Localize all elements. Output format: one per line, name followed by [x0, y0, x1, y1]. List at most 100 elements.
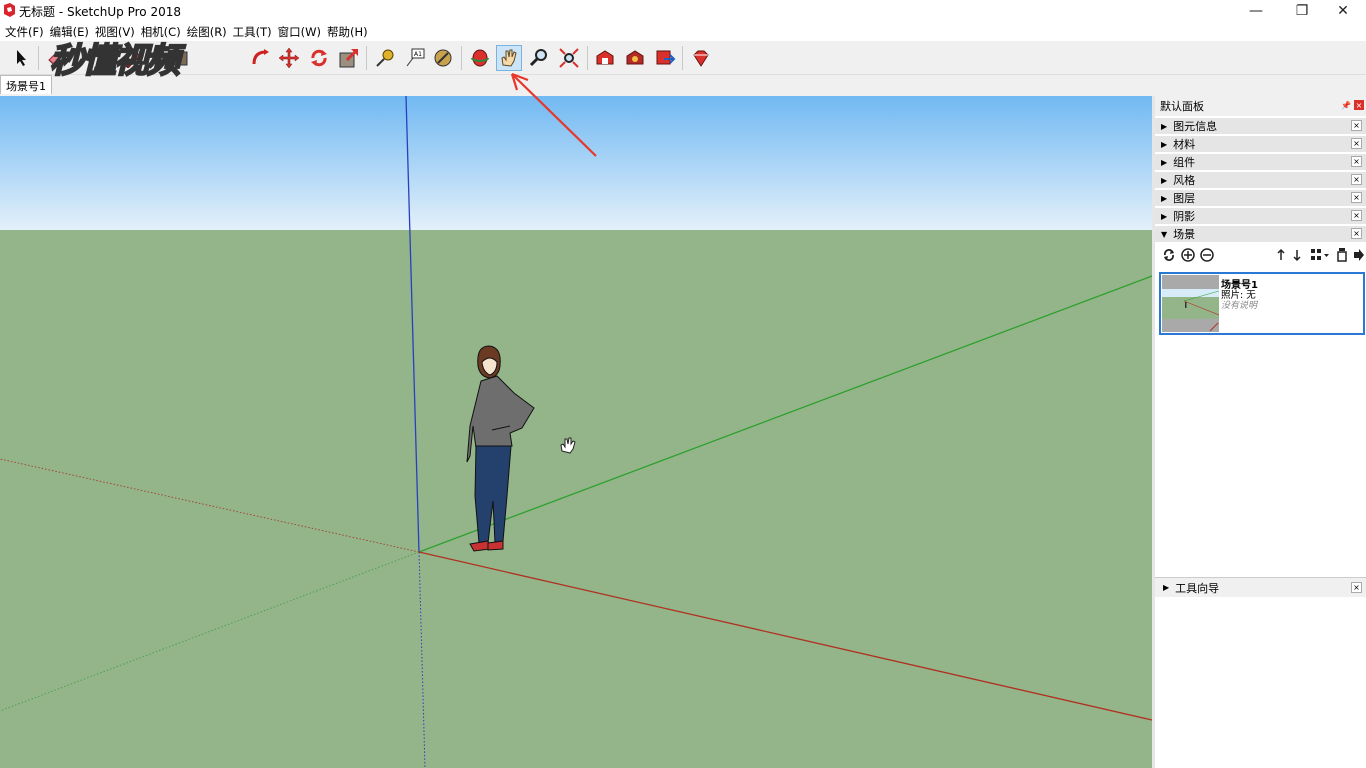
scene-thumbnail [1162, 275, 1219, 332]
ground-plane [0, 230, 1152, 768]
tape-measure-tool-button[interactable] [372, 45, 398, 71]
sketchup-logo-icon [4, 3, 15, 17]
menu-draw[interactable]: 绘图(R) [186, 22, 232, 41]
close-icon: ✕ [1337, 3, 1349, 19]
arrow-right-icon [1354, 249, 1364, 261]
panel-label: 材料 [1173, 138, 1196, 151]
text-tool-button[interactable]: A1 [402, 45, 428, 71]
arrow-cursor-icon [17, 50, 26, 66]
move-arrows-icon [278, 47, 300, 69]
scenes-toolbar [1155, 243, 1366, 267]
expand-arrow-icon: ▶ [1161, 139, 1168, 149]
panel-styles[interactable]: ▶ 风格 × [1155, 171, 1366, 188]
move-tool-button[interactable] [276, 45, 302, 71]
orbit-tool-button[interactable] [467, 45, 493, 71]
scene-tab[interactable]: 场景号1 [0, 75, 52, 94]
toolbar-separator [461, 46, 462, 70]
menu-help[interactable]: 帮助(H) [326, 22, 373, 41]
expand-arrow-icon: ▶ [1161, 157, 1168, 167]
rotate-tool-button[interactable] [306, 45, 332, 71]
details-icon [1337, 248, 1347, 262]
menu-window[interactable]: 窗口(W) [277, 22, 326, 41]
push-pull-icon [252, 49, 269, 65]
restore-button[interactable]: ❐ [1279, 0, 1325, 22]
scene-canvas[interactable] [0, 96, 1152, 768]
minimize-button[interactable]: — [1233, 0, 1279, 22]
remove-scene-button[interactable] [1199, 247, 1215, 263]
menu-camera[interactable]: 相机(C) [140, 22, 186, 41]
share-model-button[interactable] [652, 45, 678, 71]
view-options-button[interactable] [1309, 247, 1331, 263]
extension-warehouse-button[interactable] [622, 45, 648, 71]
panel-components[interactable]: ▶ 组件 × [1155, 153, 1366, 170]
share-model-icon [656, 50, 676, 65]
close-button[interactable]: ✕ [1320, 0, 1366, 22]
collapse-arrow-icon: ▼ [1161, 229, 1168, 239]
expand-arrow-icon: ▶ [1161, 175, 1168, 185]
tray-close-icon[interactable]: × [1354, 100, 1364, 110]
select-tool-button[interactable] [8, 45, 34, 71]
menu-file[interactable]: 文件(F) [4, 22, 49, 41]
push-pull-tool-button[interactable] [248, 45, 274, 71]
panel-close-icon[interactable]: × [1351, 174, 1362, 185]
plus-circle-icon [1181, 248, 1195, 262]
update-scene-button[interactable] [1161, 247, 1177, 263]
panel-materials[interactable]: ▶ 材料 × [1155, 135, 1366, 152]
panel-instructor[interactable]: ▶ 工具向导 × [1155, 577, 1366, 597]
toolbar-separator [682, 46, 683, 70]
panel-label: 组件 [1173, 156, 1196, 169]
paint-icon [434, 49, 452, 67]
scene-details-button[interactable] [1334, 247, 1350, 263]
move-scene-down-button[interactable] [1289, 247, 1305, 263]
panel-label: 图元信息 [1173, 120, 1218, 133]
watermark-logo: 秒懂视频 [49, 41, 181, 81]
toolbar: A1 [0, 41, 1366, 75]
expand-arrow-icon: ▶ [1161, 193, 1168, 203]
panel-close-icon[interactable]: × [1351, 192, 1362, 203]
expand-arrow-icon: ▶ [1161, 121, 1168, 131]
panel-entity-info[interactable]: ▶ 图元信息 × [1155, 117, 1366, 134]
thumbnail-grid-icon [1311, 249, 1329, 260]
toolbar-separator [366, 46, 367, 70]
panel-close-icon[interactable]: × [1351, 582, 1362, 593]
arrow-down-icon [1293, 250, 1301, 262]
menu-bar: 文件(F) 编辑(E) 视图(V) 相机(C) 绘图(R) 工具(T) 窗口(W… [0, 22, 1366, 41]
add-scene-button[interactable] [1180, 247, 1196, 263]
text-label-icon: A1 [406, 48, 425, 67]
annotation-arrow [510, 72, 597, 157]
panel-shadows[interactable]: ▶ 阴影 × [1155, 207, 1366, 224]
tray-header: 默认面板 📌 × [1155, 96, 1366, 116]
panel-close-icon[interactable]: × [1351, 210, 1362, 221]
tape-measure-icon [376, 49, 394, 67]
scale-icon [339, 48, 359, 68]
move-scene-up-button[interactable] [1273, 247, 1289, 263]
panel-close-icon[interactable]: × [1351, 120, 1362, 131]
ruby-gem-icon [693, 50, 709, 67]
panel-close-icon[interactable]: × [1351, 228, 1362, 239]
expand-arrow-icon: ▶ [1161, 211, 1168, 221]
tray-title: 默认面板 [1160, 100, 1204, 113]
panel-close-icon[interactable]: × [1351, 156, 1362, 167]
menu-tools[interactable]: 工具(T) [232, 22, 277, 41]
menu-edit[interactable]: 编辑(E) [49, 22, 94, 41]
restore-icon: ❐ [1295, 3, 1309, 19]
menu-view[interactable]: 视图(V) [94, 22, 140, 41]
panel-label: 阴影 [1173, 210, 1196, 223]
rotate-icon [311, 49, 327, 67]
panel-label: 工具向导 [1175, 581, 1220, 595]
toolbar-separator [38, 46, 39, 70]
ruby-console-button[interactable] [688, 45, 714, 71]
panel-label: 风格 [1173, 174, 1196, 187]
panel-close-icon[interactable]: × [1351, 138, 1362, 149]
scene-tab-bar: 场景号1 [0, 75, 1366, 96]
panel-layers[interactable]: ▶ 图层 × [1155, 189, 1366, 206]
scene-card[interactable]: 场景号1 照片: 无 没有说明 [1159, 272, 1365, 335]
drawing-viewport[interactable] [0, 96, 1152, 768]
scene-menu-button[interactable] [1351, 247, 1366, 263]
expand-arrow-icon: ▶ [1163, 583, 1170, 592]
scale-tool-button[interactable] [336, 45, 362, 71]
pin-icon[interactable]: 📌 [1341, 100, 1351, 110]
panel-scenes[interactable]: ▼ 场景 × [1155, 225, 1366, 242]
paint-tool-button[interactable] [430, 45, 456, 71]
title-bar: 无标题 - SketchUp Pro 2018 — ❐ ✕ [0, 0, 1366, 22]
